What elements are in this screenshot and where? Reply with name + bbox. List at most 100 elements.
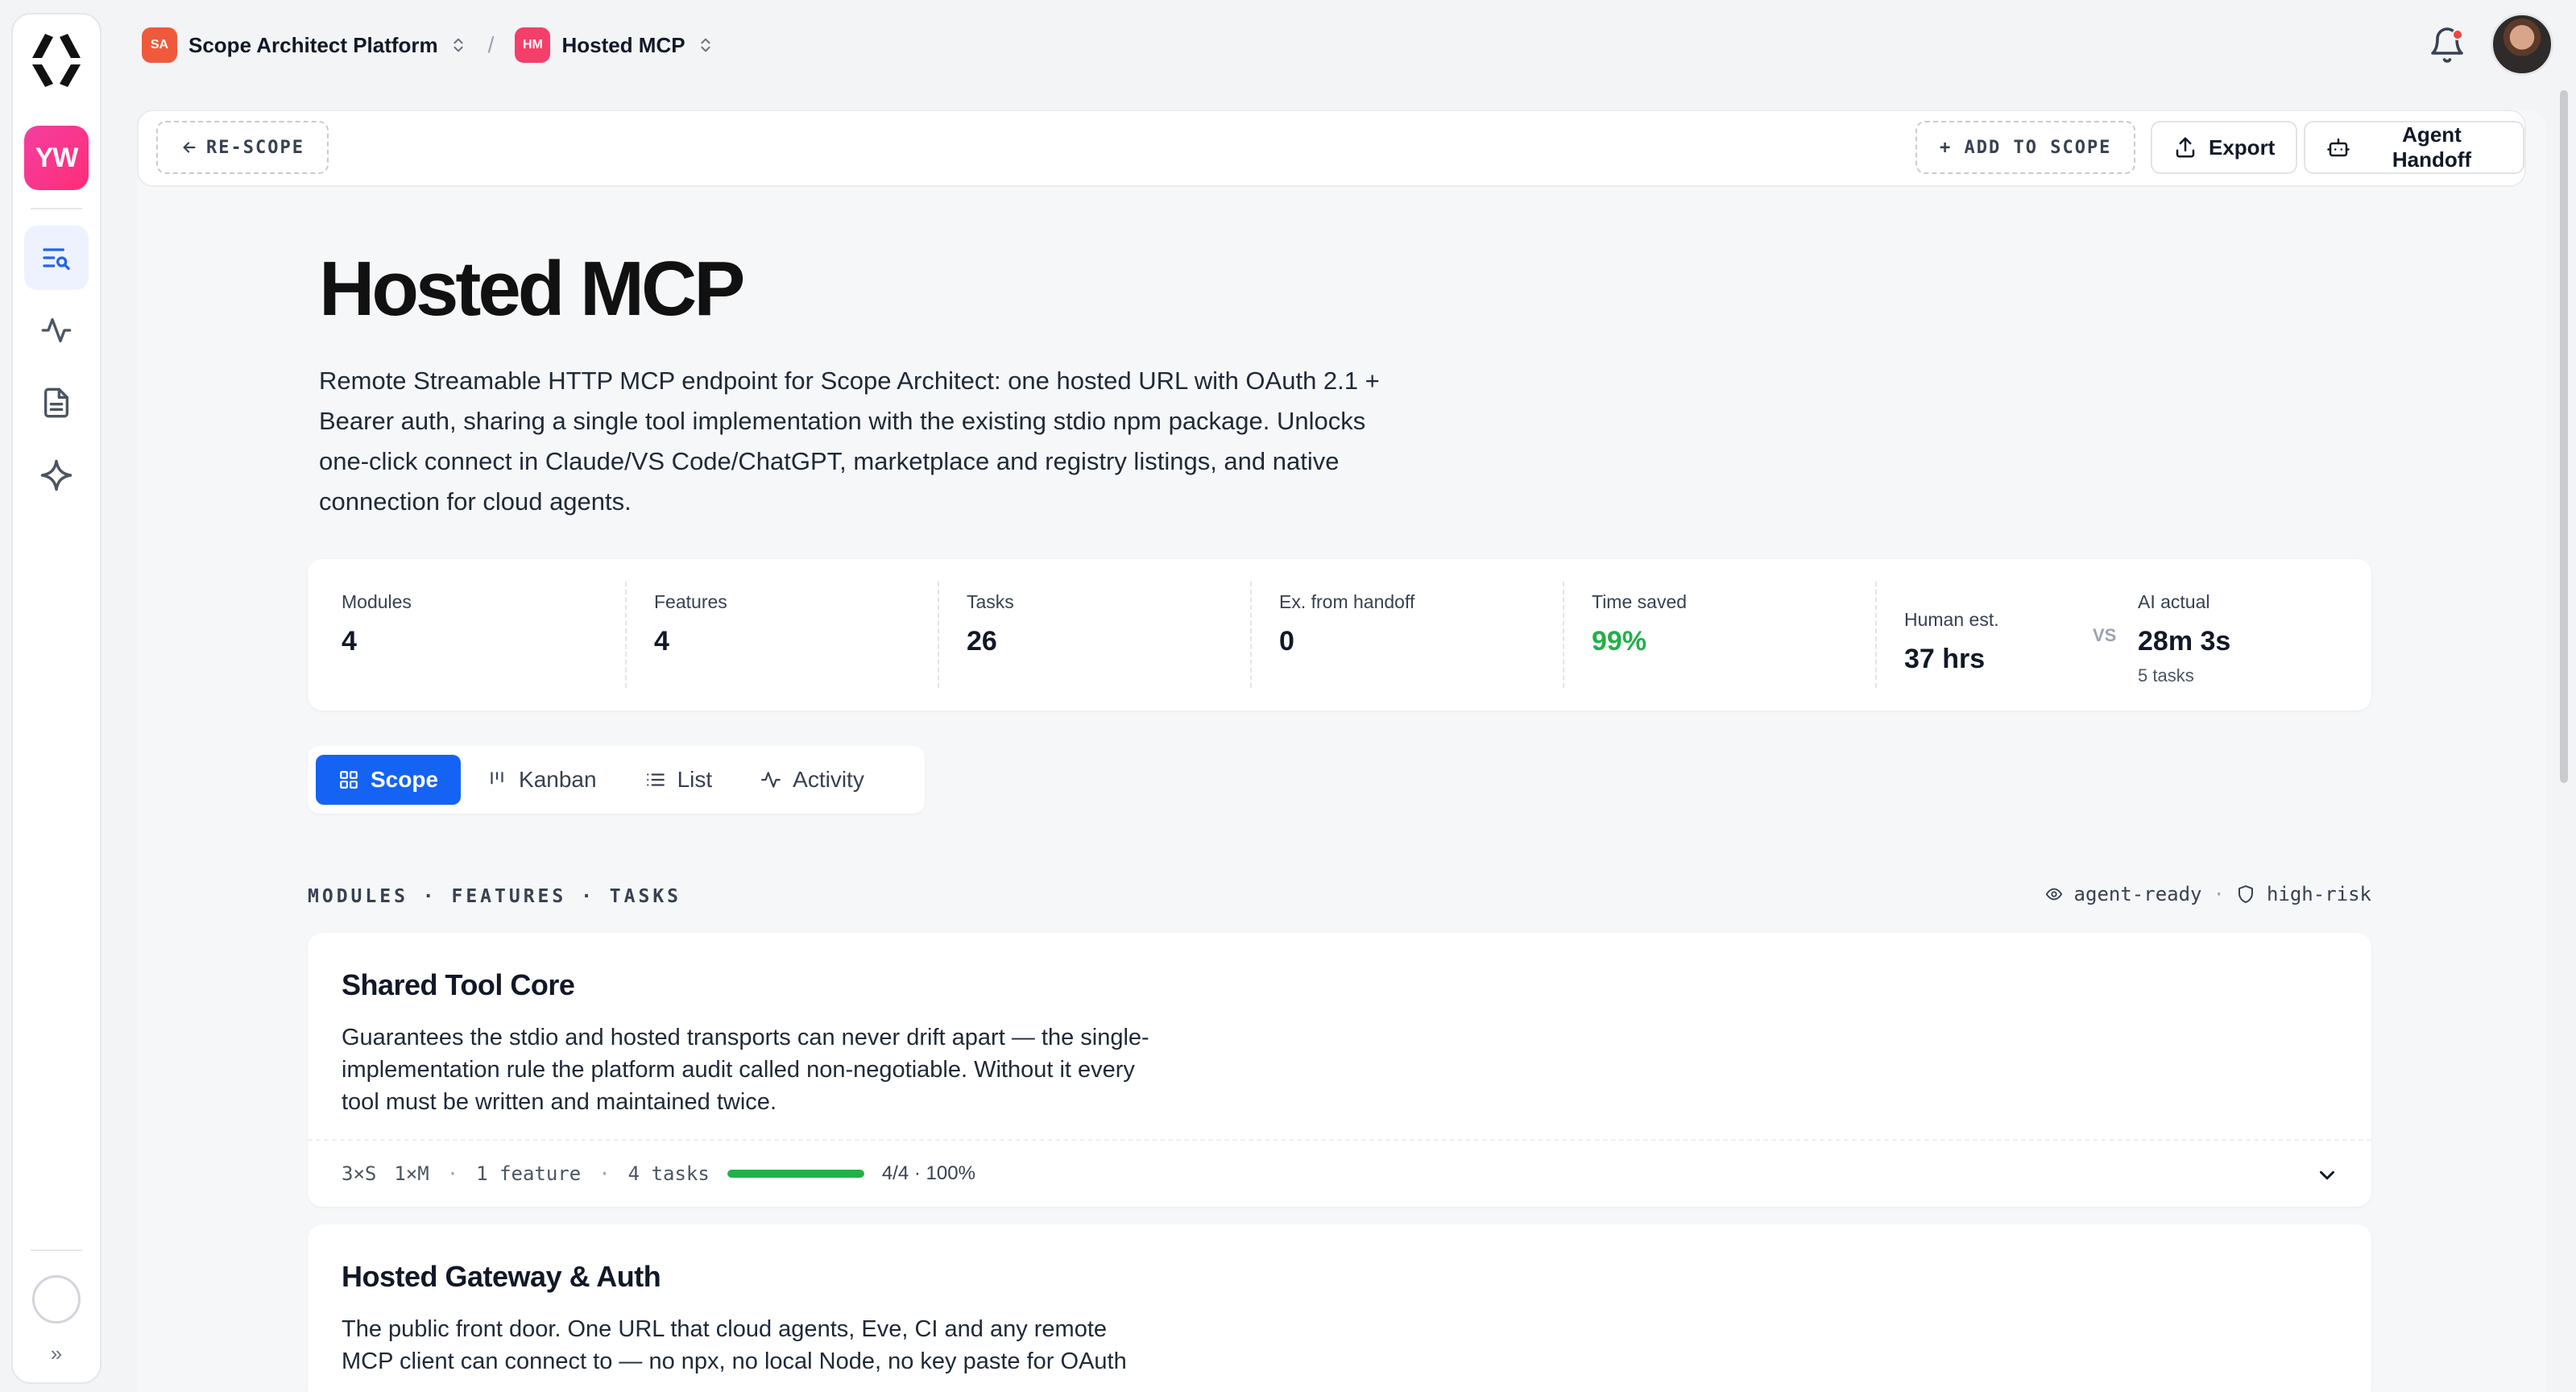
stat-ai-actual: AI actual 28m 3s 5 tasks xyxy=(2138,591,2230,686)
legend: agent-ready · high-risk xyxy=(2045,883,2371,905)
project-badge: HM xyxy=(515,27,551,63)
stat-handoff: Ex. from handoff 0 xyxy=(1279,591,1414,657)
shield-icon xyxy=(2236,884,2255,904)
export-button[interactable]: Export xyxy=(2151,121,2298,174)
stat-divider xyxy=(625,582,627,688)
size-medium-count: 1×M xyxy=(394,1162,429,1185)
stat-label: AI actual xyxy=(2138,591,2210,612)
size-small-count: 3×S xyxy=(342,1162,377,1185)
tab-scope[interactable]: Scope xyxy=(316,755,462,805)
module-title: Hosted Gateway & Auth xyxy=(342,1260,661,1293)
status-circle[interactable] xyxy=(32,1275,81,1324)
module-description: The public front door. One URL that clou… xyxy=(342,1316,1127,1374)
arrow-left-icon xyxy=(180,139,198,156)
upload-icon xyxy=(2173,135,2197,160)
stat-subtext: 5 tasks xyxy=(2138,665,2194,686)
rail-item-documents[interactable] xyxy=(24,371,89,435)
pulse-icon xyxy=(40,314,72,346)
stat-value: 28m 3s xyxy=(2138,626,2231,657)
tab-activity[interactable]: Activity xyxy=(738,755,887,805)
view-tabs: Scope Kanban List Activity xyxy=(308,746,925,814)
sparkle-icon xyxy=(39,458,73,492)
list-search-icon xyxy=(40,242,72,274)
progress-bar xyxy=(727,1170,864,1178)
module-title: Shared Tool Core xyxy=(342,968,575,1001)
rail-item-magic[interactable] xyxy=(24,443,89,508)
tab-list[interactable]: List xyxy=(623,755,735,805)
module-card[interactable]: Hosted Gateway & Auth The public front d… xyxy=(308,1224,2371,1392)
eye-icon xyxy=(2045,885,2063,903)
tab-label: Scope xyxy=(371,767,439,792)
rail-item-activity[interactable] xyxy=(24,298,89,362)
chevron-up-down-icon xyxy=(449,36,467,54)
stat-label: Features xyxy=(654,591,727,612)
scrollbar[interactable] xyxy=(2560,90,2568,783)
notification-dot xyxy=(2452,29,2463,40)
stat-value: 99% xyxy=(1592,626,1647,657)
page-toolbar: RE-SCOPE + ADD TO SCOPE Export Agent Han… xyxy=(137,110,2526,187)
stat-divider xyxy=(938,582,939,688)
stats-bar: Modules 4 Features 4 Tasks 26 Ex. from h… xyxy=(308,559,2371,710)
user-avatar[interactable] xyxy=(2491,13,2553,76)
stat-label: Time saved xyxy=(1592,591,1688,612)
tab-kanban[interactable]: Kanban xyxy=(464,755,619,805)
pulse-icon xyxy=(760,769,781,790)
stat-label: Modules xyxy=(342,591,412,612)
task-count: 4 tasks xyxy=(627,1162,710,1185)
page-description: Remote Streamable HTTP MCP endpoint for … xyxy=(319,367,1380,516)
breadcrumb-separator: / xyxy=(487,32,495,57)
module-footer: 3×S 1×M · 1 feature · 4 tasks 4/4 · 100% xyxy=(308,1139,2371,1207)
kanban-icon xyxy=(487,769,507,790)
org-badge: SA xyxy=(142,27,177,63)
breadcrumb: SA Scope Architect Platform / HM Hosted … xyxy=(142,21,714,69)
workspace-avatar[interactable]: YW xyxy=(24,126,89,190)
expand-sidebar-icon[interactable]: » xyxy=(51,1341,62,1366)
chevron-up-down-icon xyxy=(697,36,714,54)
footer-separator: · xyxy=(446,1162,459,1185)
agent-handoff-button[interactable]: Agent Handoff xyxy=(2304,121,2524,174)
legend-separator: · xyxy=(2213,883,2225,905)
breadcrumb-org[interactable]: SA Scope Architect Platform xyxy=(142,27,467,63)
stat-tasks: Tasks 26 xyxy=(967,591,1014,657)
left-rail: YW » xyxy=(11,13,101,1384)
add-to-scope-label: + ADD TO SCOPE xyxy=(1940,137,2112,158)
footer-separator: · xyxy=(598,1162,611,1185)
stat-label: Ex. from handoff xyxy=(1279,591,1415,612)
rail-bottom: » xyxy=(31,1249,82,1382)
stat-value: 0 xyxy=(1279,626,1294,657)
rail-divider-bottom xyxy=(31,1249,82,1251)
bell-icon[interactable] xyxy=(2428,26,2466,64)
export-label: Export xyxy=(2209,135,2276,160)
add-to-scope-button[interactable]: + ADD TO SCOPE xyxy=(1915,121,2136,174)
stat-human-estimate: Human est. 37 hrs xyxy=(1904,609,1999,675)
agent-handoff-label: Agent Handoff xyxy=(2392,122,2472,172)
org-name: Scope Architect Platform xyxy=(188,32,438,57)
tab-label: List xyxy=(677,767,713,792)
robot-icon xyxy=(2326,135,2350,160)
progress-bar-fill xyxy=(727,1170,864,1178)
breadcrumb-project[interactable]: HM Hosted MCP xyxy=(515,27,714,63)
stat-value: 37 hrs xyxy=(1904,644,1986,674)
app-logo-icon[interactable] xyxy=(23,26,90,93)
list-icon xyxy=(645,769,666,790)
section-label: MODULES · FEATURES · TASKS xyxy=(308,886,682,907)
vs-label: VS xyxy=(2093,625,2117,645)
stat-divider xyxy=(1563,582,1564,688)
document-icon xyxy=(40,387,72,419)
feature-count: 1 feature xyxy=(476,1162,582,1185)
stat-features: Features 4 xyxy=(654,591,727,657)
rail-nav xyxy=(24,226,89,508)
rail-item-scope[interactable] xyxy=(24,226,89,290)
module-card[interactable]: Shared Tool Core Guarantees the stdio an… xyxy=(308,933,2371,1207)
stat-value: 4 xyxy=(342,626,357,657)
tab-label: Kanban xyxy=(519,767,597,792)
stat-divider xyxy=(1250,582,1252,688)
rescope-button[interactable]: RE-SCOPE xyxy=(156,121,329,174)
progress-text: 4/4 · 100% xyxy=(881,1162,975,1184)
stat-divider xyxy=(1875,582,1877,688)
chevron-down-icon[interactable] xyxy=(2315,1163,2339,1187)
page-title: Hosted MCP xyxy=(319,246,745,332)
stat-value: 26 xyxy=(967,626,997,657)
grid-icon xyxy=(338,769,359,790)
rescope-label: RE-SCOPE xyxy=(206,137,304,158)
